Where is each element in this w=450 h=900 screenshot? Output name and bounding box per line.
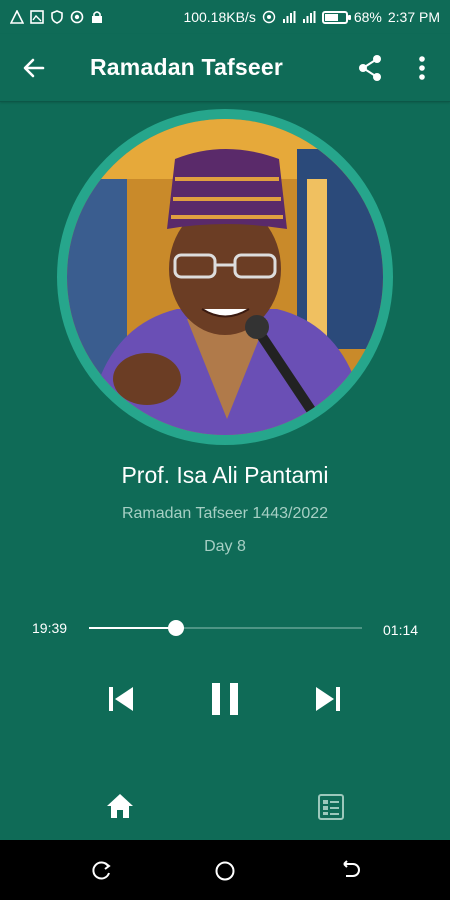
clock: 2:37 PM (387, 9, 440, 25)
list-icon[interactable] (318, 794, 344, 820)
shield-icon (51, 10, 63, 24)
seek-bar[interactable] (89, 620, 362, 636)
network-speed: 100.18KB/s (183, 9, 256, 25)
system-home-icon[interactable] (214, 860, 236, 882)
system-back-icon[interactable] (339, 860, 361, 882)
battery-icon (321, 10, 351, 24)
hotspot-icon (262, 10, 276, 24)
more-vertical-icon[interactable] (412, 54, 432, 82)
track-artist: Prof. Isa Ali Pantami (121, 462, 329, 488)
status-bar: 100.18KB/s 68% 2:37 PM (0, 0, 450, 34)
lock-icon (92, 11, 102, 23)
seek-bar-thumb[interactable] (168, 620, 185, 636)
seek-bar-progress (89, 627, 177, 629)
elapsed-time: 19:39 (32, 620, 68, 636)
signal-icon-1 (282, 11, 296, 23)
recent-apps-icon[interactable] (90, 860, 112, 882)
record-icon (70, 10, 84, 24)
share-icon[interactable] (356, 53, 384, 83)
status-system-icons: 100.18KB/s 68% 2:37 PM (183, 9, 440, 25)
skip-next-icon[interactable] (313, 684, 343, 714)
album-art-ring (57, 109, 393, 445)
status-notification-icons (10, 10, 104, 24)
signal-icon-2 (302, 11, 316, 23)
battery-percent: 68% (353, 9, 382, 25)
skip-previous-icon[interactable] (106, 684, 136, 714)
app-bar: Ramadan Tafseer (0, 34, 450, 102)
warning-icon (10, 10, 24, 24)
album-art (67, 119, 383, 435)
bottom-navigation (0, 770, 450, 840)
track-episode: Day 8 (204, 538, 246, 555)
page-title: Ramadan Tafseer (90, 54, 284, 80)
system-navigation-bar (0, 840, 450, 900)
gallery-icon (30, 10, 44, 24)
speaker-photo (67, 119, 383, 435)
remaining-time: 01:14 (383, 622, 419, 638)
pause-icon[interactable] (208, 681, 242, 717)
arrow-left-icon[interactable] (20, 54, 48, 82)
home-icon[interactable] (105, 792, 135, 820)
track-album: Ramadan Tafseer 1443/2022 (121, 505, 329, 522)
